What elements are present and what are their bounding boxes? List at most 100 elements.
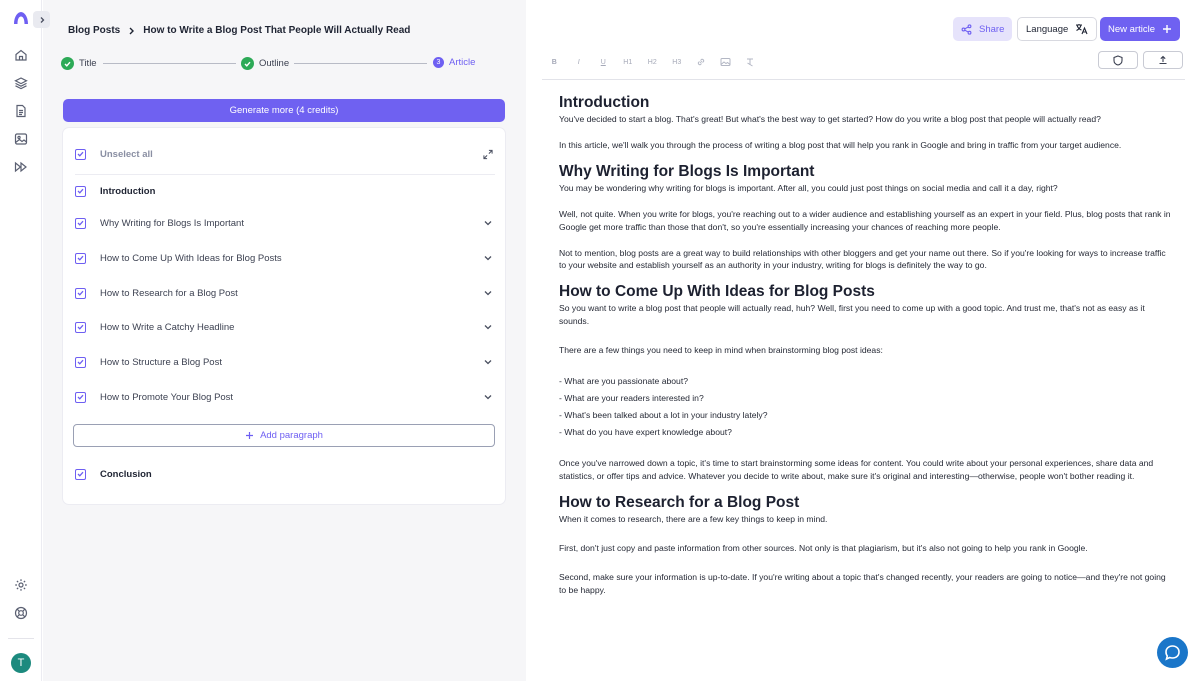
- shield-button[interactable]: [1098, 51, 1138, 69]
- outline-panel: Blog Posts How to Write a Blog Post That…: [43, 0, 526, 681]
- outline-item[interactable]: How to Promote Your Blog Post: [75, 387, 495, 407]
- checkbox-checked-icon[interactable]: [75, 217, 86, 229]
- outline-item-label: How to Come Up With Ideas for Blog Posts: [100, 252, 282, 264]
- upload-icon: [1159, 55, 1167, 65]
- share-icon: [961, 23, 972, 35]
- checkbox-checked-icon[interactable]: [75, 356, 86, 368]
- step-connector: [103, 63, 236, 64]
- checkbox-checked-icon[interactable]: [75, 185, 86, 197]
- image-icon[interactable]: [13, 131, 29, 147]
- step-label: Article: [449, 57, 476, 68]
- new-article-label: New article: [1108, 23, 1155, 35]
- heading2-button[interactable]: H2: [640, 54, 665, 70]
- generate-more-button[interactable]: Generate more (4 credits): [63, 99, 505, 122]
- expand-arrows-icon[interactable]: [483, 149, 493, 159]
- chevron-down-icon[interactable]: [483, 357, 493, 367]
- checkbox-checked-icon[interactable]: [75, 287, 86, 299]
- heading1-label: H1: [623, 58, 633, 66]
- add-paragraph-button[interactable]: Add paragraph: [73, 424, 495, 447]
- layers-icon[interactable]: [13, 75, 29, 91]
- check-circle-icon: [61, 57, 74, 70]
- progress-stepper: Title Outline 3 Article: [61, 57, 479, 71]
- settings-gear-icon[interactable]: [13, 577, 29, 593]
- new-article-button[interactable]: New article: [1100, 17, 1180, 41]
- language-button[interactable]: Language: [1017, 17, 1098, 41]
- article-paragraph: So you want to write a blog post that pe…: [559, 303, 1145, 327]
- check-circle-icon: [241, 57, 254, 70]
- unselect-all-label[interactable]: Unselect all: [100, 149, 483, 160]
- clear-format-button[interactable]: [738, 54, 763, 70]
- heading1-button[interactable]: H1: [616, 54, 641, 70]
- chat-support-button[interactable]: [1157, 637, 1188, 668]
- heading3-label: H3: [672, 58, 682, 66]
- outline-item-label: How to Write a Catchy Headline: [100, 321, 235, 333]
- outline-item-conclusion[interactable]: Conclusion: [75, 464, 495, 484]
- breadcrumb: Blog Posts How to Write a Blog Post That…: [68, 25, 410, 36]
- checkbox-checked-icon[interactable]: [75, 468, 86, 480]
- link-button[interactable]: [689, 54, 714, 70]
- step-number: 3: [433, 57, 444, 68]
- outline-item[interactable]: How to Write a Catchy Headline: [75, 317, 495, 337]
- help-lifebuoy-icon[interactable]: [13, 605, 29, 621]
- bold-label: B: [551, 58, 557, 66]
- translate-icon: [1076, 24, 1088, 35]
- image-icon: [720, 58, 731, 66]
- article-paragraph: Once you've narrowed down a topic, it's …: [559, 458, 1154, 481]
- outline-item-label: Introduction: [100, 185, 156, 197]
- app-logo-icon[interactable]: [12, 10, 30, 28]
- outline-item[interactable]: Why Writing for Blogs Is Important: [75, 213, 495, 233]
- article-paragraph: Not to mention, blog posts are a great w…: [559, 247, 1166, 271]
- heading3-button[interactable]: H3: [665, 54, 690, 70]
- article-paragraph: There are a few things you need to keep …: [559, 345, 883, 356]
- breadcrumb-root-link[interactable]: Blog Posts: [68, 25, 120, 36]
- chevron-down-icon[interactable]: [483, 322, 493, 332]
- article-body[interactable]: Introduction You've decided to start a b…: [559, 90, 1171, 597]
- fast-forward-icon[interactable]: [13, 159, 29, 175]
- article-paragraph: You may be wondering why writing for blo…: [559, 182, 1058, 193]
- document-icon[interactable]: [13, 103, 29, 119]
- chevron-down-icon[interactable]: [483, 288, 493, 298]
- italic-label: I: [577, 58, 580, 66]
- italic-button[interactable]: I: [567, 54, 592, 70]
- outline-item[interactable]: How to Come Up With Ideas for Blog Posts: [75, 248, 495, 268]
- underline-label: U: [600, 58, 606, 66]
- home-icon[interactable]: [13, 47, 29, 63]
- checkbox-checked-icon[interactable]: [75, 391, 86, 403]
- unselect-all-row[interactable]: Unselect all: [75, 144, 495, 164]
- article-paragraph: In this article, we'll walk you through …: [559, 139, 1122, 150]
- shield-icon: [1113, 54, 1123, 66]
- article-list-item: - What are your readers interested in?: [559, 393, 704, 404]
- chevron-down-icon[interactable]: [483, 253, 493, 263]
- article-heading: Introduction: [559, 94, 650, 111]
- step-outline[interactable]: Outline: [241, 57, 289, 70]
- outline-item-introduction[interactable]: Introduction: [75, 181, 495, 201]
- export-button[interactable]: [1143, 51, 1183, 69]
- chevron-down-icon[interactable]: [483, 392, 493, 402]
- share-label: Share: [979, 23, 1005, 35]
- checkbox-checked-icon[interactable]: [75, 148, 86, 160]
- outline-item[interactable]: How to Research for a Blog Post: [75, 283, 495, 303]
- chevron-right-icon: [40, 16, 44, 23]
- rail-divider: [8, 638, 34, 639]
- article-list-item: - What are you passionate about?: [559, 376, 688, 387]
- outline-item[interactable]: How to Structure a Blog Post: [75, 352, 495, 372]
- formatting-toolbar: B I U H1 H2 H3: [542, 52, 1187, 72]
- expand-sidebar-button[interactable]: [33, 11, 50, 28]
- article-paragraph: You've decided to start a blog. That's g…: [559, 114, 1101, 124]
- add-paragraph-label: Add paragraph: [260, 430, 323, 441]
- step-article[interactable]: 3 Article: [433, 57, 475, 68]
- plus-icon: [246, 432, 254, 439]
- card-divider: [75, 174, 495, 175]
- share-button[interactable]: Share: [953, 17, 1013, 41]
- step-label: Outline: [259, 58, 290, 69]
- insert-image-button[interactable]: [714, 54, 739, 70]
- checkbox-checked-icon[interactable]: [75, 321, 86, 333]
- chevron-down-icon[interactable]: [483, 218, 493, 228]
- underline-button[interactable]: U: [591, 54, 616, 70]
- user-avatar[interactable]: T: [11, 653, 31, 673]
- checkbox-checked-icon[interactable]: [75, 252, 86, 264]
- step-title[interactable]: Title: [61, 57, 97, 70]
- bold-button[interactable]: B: [542, 54, 567, 70]
- chat-bubble-icon: [1165, 645, 1180, 661]
- clear-format-icon: [747, 58, 754, 67]
